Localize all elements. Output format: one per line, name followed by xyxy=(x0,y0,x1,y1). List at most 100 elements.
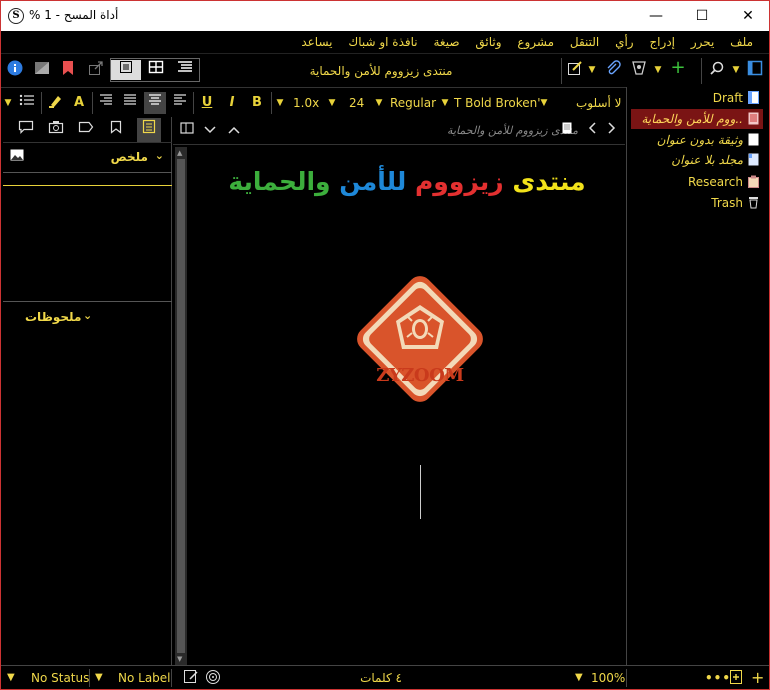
chevron-down-icon[interactable]: ▼ xyxy=(95,669,103,687)
status-select[interactable]: No Status xyxy=(31,669,89,687)
binder-item-draft[interactable]: Draft xyxy=(713,88,759,108)
add-icon[interactable]: + xyxy=(669,58,687,78)
doc-white-icon xyxy=(748,133,759,146)
view-outliner-icon[interactable] xyxy=(171,60,199,80)
add-doc-icon[interactable] xyxy=(729,669,743,690)
layout-icon[interactable] xyxy=(747,60,763,80)
menu-view[interactable]: رأي xyxy=(609,31,640,53)
chevron-down-icon[interactable]: ▼ xyxy=(587,60,597,80)
chevron-down-icon[interactable]: ▼ xyxy=(731,60,741,80)
chevron-down-icon[interactable]: ⌄ xyxy=(83,309,92,322)
chevron-up-icon[interactable] xyxy=(227,121,241,141)
chevron-right-icon[interactable] xyxy=(605,121,619,141)
maximize-button[interactable]: ☐ xyxy=(679,1,725,31)
trash-icon xyxy=(749,197,758,209)
bold-button[interactable]: B xyxy=(247,93,267,113)
align-left-icon[interactable] xyxy=(170,93,190,113)
add-icon[interactable]: + xyxy=(751,669,764,687)
split-view-icon[interactable] xyxy=(179,121,195,141)
image-icon[interactable] xyxy=(9,148,25,168)
line-spacing-select[interactable]: 1.0x xyxy=(293,93,319,113)
highlighter-icon[interactable] xyxy=(45,93,65,113)
binder-item-label: Draft xyxy=(712,91,743,105)
notes-divider xyxy=(3,301,172,302)
menu-documents[interactable]: وثائق xyxy=(469,31,507,53)
binder-item-trash[interactable]: Trash xyxy=(711,193,759,213)
chevron-down-icon[interactable]: ▼ xyxy=(539,93,549,113)
compose-icon[interactable] xyxy=(183,669,199,690)
chevron-down-icon[interactable] xyxy=(203,121,217,141)
inspector-panel: ملخص ⌄ ملحوظات ⌄ xyxy=(3,117,172,665)
underline-button[interactable]: U xyxy=(197,93,217,113)
chevron-down-icon[interactable]: ▼ xyxy=(653,60,663,80)
synopsis-underline xyxy=(3,185,172,186)
notes-label: ملحوظات xyxy=(25,310,82,324)
chevron-left-icon[interactable] xyxy=(585,121,599,141)
binder-item-untitled-doc[interactable]: وثيقة بدون عنوان xyxy=(657,130,759,150)
binder-item-research[interactable]: Research xyxy=(688,172,759,192)
snapshots-icon[interactable] xyxy=(47,120,65,140)
align-center-icon[interactable] xyxy=(144,92,166,114)
chevron-down-icon[interactable]: ⌄ xyxy=(155,149,164,162)
target-icon[interactable] xyxy=(205,669,221,690)
notes-header[interactable]: ملحوظات ⌄ xyxy=(3,307,172,329)
close-button[interactable]: ✕ xyxy=(725,1,770,31)
keywords-icon[interactable] xyxy=(77,120,95,140)
snapshot-icon[interactable] xyxy=(631,60,647,80)
inspector-toggle-icon[interactable] xyxy=(33,60,51,80)
menu-format[interactable]: صيغة xyxy=(427,31,465,53)
edit-doc-icon[interactable] xyxy=(567,60,583,80)
toolbar-separator xyxy=(41,92,42,114)
align-right-icon[interactable] xyxy=(96,93,116,113)
chevron-down-icon[interactable]: ▼ xyxy=(275,93,285,113)
comments-icon[interactable] xyxy=(17,120,35,140)
scroll-down-icon[interactable]: ▼ xyxy=(177,655,182,663)
bookmarks-icon[interactable] xyxy=(107,120,125,140)
synopsis-text-area[interactable] xyxy=(3,187,172,299)
menu-edit[interactable]: يحرر xyxy=(685,31,721,53)
menu-file[interactable]: ملف xyxy=(724,31,759,53)
menu-window[interactable]: نافذة او شباك xyxy=(342,31,423,53)
chevron-down-icon[interactable]: ▼ xyxy=(575,669,583,687)
folder-doc-icon xyxy=(748,91,759,104)
word-count: ٤ كلمات xyxy=(360,671,402,685)
view-scrivenings-icon[interactable] xyxy=(111,60,141,80)
chevron-down-icon[interactable]: ▼ xyxy=(440,93,450,113)
font-size-select[interactable]: 24 xyxy=(349,93,364,113)
zoom-select[interactable]: 100% xyxy=(591,669,625,687)
label-select[interactable]: No Label xyxy=(118,669,171,687)
chevron-down-icon[interactable]: ▼ xyxy=(3,93,13,113)
list-icon[interactable] xyxy=(17,93,37,113)
editor-scrollbar[interactable]: ▲ ▼ xyxy=(175,147,187,665)
chevron-down-icon[interactable]: ▼ xyxy=(327,93,337,113)
italic-button[interactable]: I xyxy=(222,93,242,113)
font-weight-select[interactable]: Regular xyxy=(390,93,436,113)
folder-icon xyxy=(748,153,759,166)
more-options-icon[interactable]: ••• xyxy=(705,669,731,687)
notes-tab-icon[interactable] xyxy=(137,118,161,142)
export-icon[interactable] xyxy=(87,60,105,80)
style-select[interactable]: لا أسلوب xyxy=(576,93,622,113)
minimize-button[interactable]: — xyxy=(633,1,679,31)
info-icon[interactable] xyxy=(6,60,24,80)
bookmark-icon[interactable] xyxy=(59,60,77,80)
menu-project[interactable]: مشروع xyxy=(511,31,560,53)
chevron-down-icon[interactable]: ▼ xyxy=(374,93,384,113)
menu-insert[interactable]: إدراج xyxy=(643,31,681,53)
chevron-down-icon[interactable]: ▼ xyxy=(7,669,15,687)
paperclip-icon[interactable] xyxy=(605,60,621,80)
search-icon[interactable] xyxy=(709,60,725,80)
binder-item-untitled-folder[interactable]: مجلد بلا عنوان xyxy=(671,150,759,170)
view-corkboard-icon[interactable] xyxy=(141,60,171,80)
font-family-select[interactable]: T Bold Broken' xyxy=(454,93,541,113)
menu-navigate[interactable]: التنقل xyxy=(564,31,605,53)
scroll-up-icon[interactable]: ▲ xyxy=(177,149,182,157)
synopsis-header[interactable]: ملخص ⌄ xyxy=(3,147,172,169)
text-color-button[interactable]: A xyxy=(69,93,89,113)
binder-item-selected-doc[interactable]: ..ووم للأمن والحماية xyxy=(641,109,759,129)
notes-text-area[interactable] xyxy=(3,331,172,661)
menu-help[interactable]: يساعد xyxy=(295,31,338,53)
editor-page[interactable]: منتدى زيزووم للأمن والحماية ZYZOOM xyxy=(189,147,625,665)
scroll-thumb[interactable] xyxy=(177,159,185,653)
align-justify-icon[interactable] xyxy=(120,93,140,113)
